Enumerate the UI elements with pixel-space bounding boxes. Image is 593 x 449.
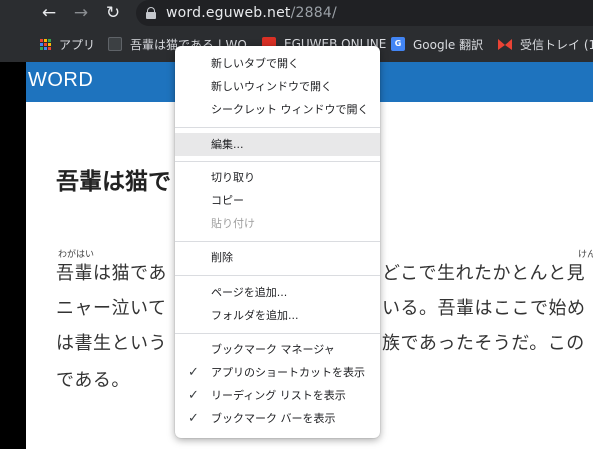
menu-divider: [175, 161, 380, 162]
bookmark-context-menu: 新しいタブで開く 新しいウィンドウで開く シークレット ウィンドウで開く 編集.…: [175, 46, 380, 438]
arrow-right-icon: →: [73, 3, 89, 23]
paragraph-line: である。: [56, 370, 130, 391]
menu-open-new-tab[interactable]: 新しいタブで開く: [175, 52, 380, 75]
menu-show-reading-list[interactable]: ✓ リーディング リストを表示: [175, 384, 380, 407]
site-favicon: [108, 37, 122, 51]
lock-icon: [146, 7, 156, 19]
checkmark-icon: ✓: [188, 388, 199, 403]
checkmark-icon: ✓: [188, 411, 199, 426]
window-edge: [0, 62, 26, 449]
menu-open-new-window[interactable]: 新しいウィンドウで開く: [175, 75, 380, 98]
paragraph-line: 吾輩は猫であ: [56, 263, 167, 284]
menu-show-bookmarks-bar[interactable]: ✓ ブックマーク バーを表示: [175, 407, 380, 430]
menu-divider: [175, 333, 380, 334]
arrow-left-icon: ←: [41, 3, 57, 23]
paragraph-line: ニャー泣いて: [56, 298, 167, 319]
post-title: 吾輩は猫で: [56, 169, 171, 195]
paragraph-line: は書生という: [56, 333, 167, 354]
menu-copy[interactable]: コピー: [175, 189, 380, 212]
menu-show-app-shortcuts[interactable]: ✓ アプリのショートカットを表示: [175, 361, 380, 384]
menu-edit[interactable]: 編集...: [175, 133, 380, 156]
menu-delete[interactable]: 削除: [175, 246, 380, 269]
paragraph-line: どこで生れたかとんと見: [382, 263, 585, 284]
google-translate-icon: G: [391, 37, 405, 51]
browser-toolbar: ← → ↻ word.eguweb.net/2884/: [0, 0, 593, 26]
menu-add-folder[interactable]: フォルダを追加...: [175, 304, 380, 327]
menu-add-page[interactable]: ページを追加...: [175, 281, 380, 304]
apps-grid-icon: [40, 38, 51, 50]
menu-item-label: ブックマーク バーを表示: [211, 412, 336, 425]
menu-open-incognito[interactable]: シークレット ウィンドウで開く: [175, 98, 380, 121]
bookmark-gmail[interactable]: 受信トレイ (1) -: [498, 30, 593, 58]
back-button[interactable]: ←: [38, 2, 60, 24]
bookmark-label: 受信トレイ (1) -: [520, 37, 593, 52]
bookmark-google-translate[interactable]: G Google 翻訳: [391, 30, 483, 58]
menu-cut[interactable]: 切り取り: [175, 166, 380, 189]
address-bar[interactable]: word.eguweb.net/2884/: [136, 0, 593, 26]
menu-divider: [175, 275, 380, 276]
site-title[interactable]: WORD: [28, 69, 93, 92]
url-path: /2884/: [290, 5, 337, 21]
forward-button[interactable]: →: [70, 2, 92, 24]
bookmark-label: アプリ: [59, 37, 96, 52]
gmail-icon: [498, 38, 512, 50]
menu-paste: 貼り付け: [211, 217, 255, 230]
menu-bookmark-manager[interactable]: ブックマーク マネージャ: [175, 338, 380, 361]
url-host: word.eguweb.net: [166, 5, 291, 21]
url-text[interactable]: word.eguweb.net/2884/: [166, 5, 337, 21]
paragraph-line: いる。吾輩はここで始め: [382, 298, 586, 319]
bookmark-label: Google 翻訳: [413, 37, 484, 52]
menu-divider: [175, 241, 380, 242]
reload-icon: ↻: [105, 3, 121, 23]
reload-button[interactable]: ↻: [102, 2, 124, 24]
menu-divider: [175, 127, 380, 128]
menu-item-label: リーディング リストを表示: [211, 389, 346, 402]
bookmark-apps[interactable]: アプリ: [40, 30, 95, 58]
paragraph-line: 族であったそうだ。この: [382, 333, 585, 354]
checkmark-icon: ✓: [188, 365, 199, 380]
menu-item-label: アプリのショートカットを表示: [211, 366, 365, 379]
